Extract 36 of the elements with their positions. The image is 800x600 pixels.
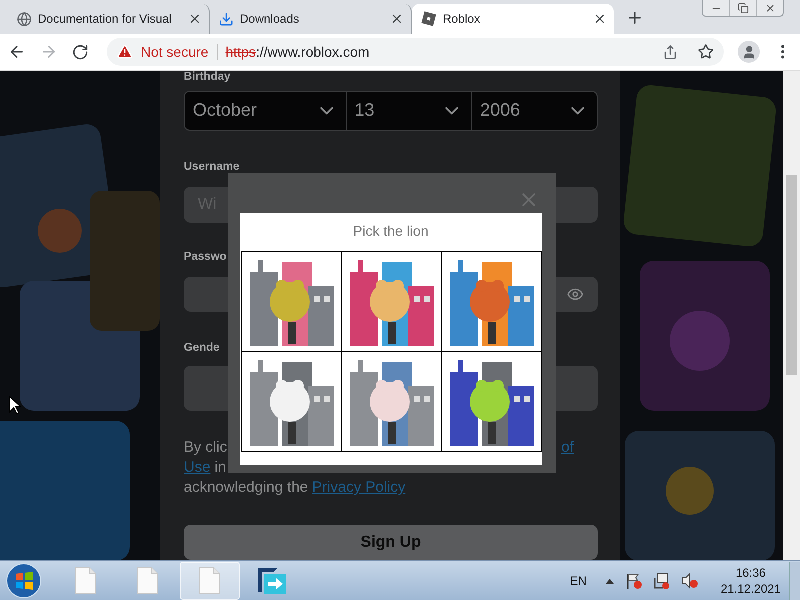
language-indicator[interactable]: EN: [570, 574, 587, 588]
clock[interactable]: 16:36 21.12.2021: [720, 564, 781, 596]
star-icon[interactable]: [698, 44, 714, 60]
network-icon[interactable]: [652, 572, 671, 590]
new-tab-icon[interactable]: [626, 9, 644, 27]
close-icon[interactable]: [593, 12, 607, 26]
cursor-icon: [9, 396, 21, 415]
close-icon[interactable]: [188, 12, 202, 26]
terms-text: By clic: [184, 438, 228, 458]
file-icon: [75, 566, 97, 594]
close-icon[interactable]: [390, 12, 404, 26]
caret-icon[interactable]: [604, 576, 615, 584]
field-label: Gende: [184, 342, 221, 356]
arrow-box-icon: [255, 566, 289, 596]
terms-text: acknowledging the: [184, 478, 308, 498]
reload-icon[interactable]: [72, 44, 89, 60]
address-field[interactable]: https://www.roblox.com: [226, 44, 655, 60]
field-label: Username: [184, 160, 241, 175]
flag-icon[interactable]: [624, 572, 643, 590]
security-status[interactable]: Not secure: [141, 44, 209, 60]
warning-icon: [117, 44, 133, 60]
speaker-icon[interactable]: [680, 572, 699, 590]
start-orb-icon[interactable]: [6, 562, 42, 598]
globe-icon: [17, 12, 32, 26]
field-label: Passwo: [184, 250, 228, 265]
profile-icon[interactable]: [738, 41, 760, 63]
share-icon[interactable]: [663, 44, 678, 60]
captcha-prompt: Pick the lion: [353, 223, 429, 241]
download-icon: [219, 12, 234, 26]
scrollbar[interactable]: [783, 71, 800, 560]
back-icon[interactable]: [8, 43, 26, 61]
field-label: Birthday: [184, 71, 232, 85]
browser-tab[interactable]: Roblox: [412, 4, 614, 34]
terms-text: in: [214, 458, 226, 478]
file-icon: [137, 566, 159, 594]
file-icon: [199, 566, 221, 594]
